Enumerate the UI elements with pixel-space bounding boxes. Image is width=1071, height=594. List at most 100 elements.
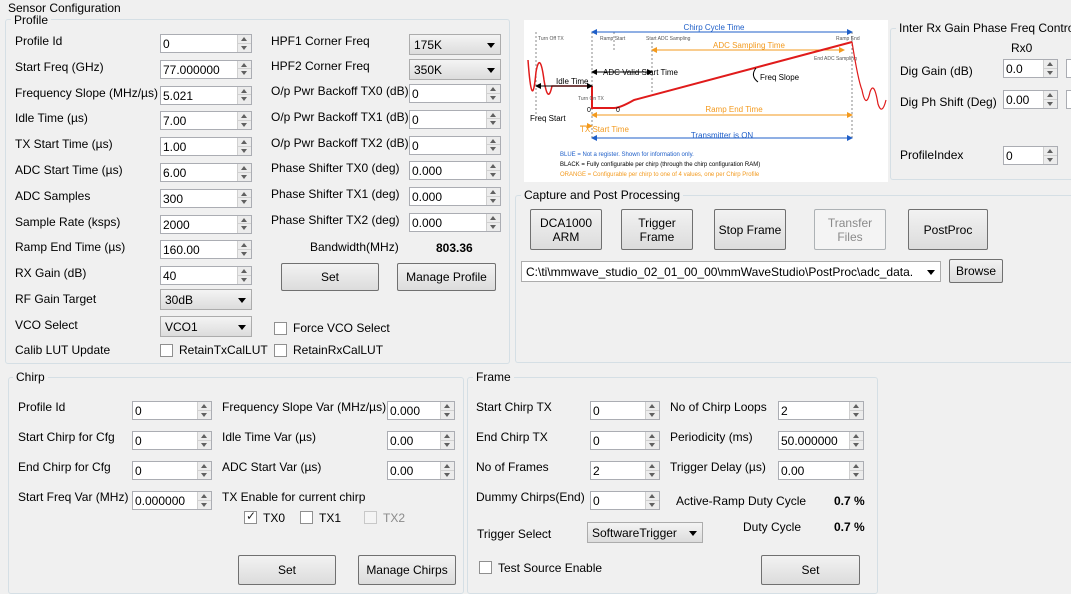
rf-gain-target-select[interactable]: 30dB	[160, 289, 252, 310]
stepper-up-icon[interactable]	[1044, 147, 1057, 156]
profile-tx-field-stepper[interactable]: 0.000	[409, 213, 501, 232]
profile-field-stepper[interactable]: 2000	[160, 214, 252, 234]
chirp-field-stepper[interactable]: 0	[132, 461, 212, 480]
stepper-down-icon[interactable]	[646, 440, 659, 449]
chirp-var-stepper[interactable]: 0.000	[387, 401, 455, 420]
profile-tx-field-stepper[interactable]: 0.000	[409, 161, 501, 181]
profile-field-stepper[interactable]: 5.021	[160, 85, 252, 105]
stepper-down-icon[interactable]	[487, 170, 500, 180]
stepper-up-icon[interactable]	[487, 188, 500, 197]
capture-button[interactable]: Stop Frame	[714, 209, 786, 250]
trigger-select[interactable]: SoftwareTrigger	[587, 522, 703, 543]
hpf2-select[interactable]: 350K	[409, 59, 501, 80]
frame-param-stepper[interactable]: 2	[778, 401, 864, 420]
stepper-up-icon[interactable]	[238, 215, 251, 225]
frame-field-stepper[interactable]: 0	[590, 401, 660, 420]
stepper-down-icon[interactable]	[238, 120, 251, 130]
stepper-down-icon[interactable]	[487, 222, 500, 231]
stepper-down-icon[interactable]	[441, 410, 454, 419]
stepper-down-icon[interactable]	[441, 440, 454, 449]
tx-enable-checkbox[interactable]	[300, 511, 313, 524]
frame-field-stepper[interactable]: 0	[590, 431, 660, 450]
stepper-down-icon[interactable]	[646, 410, 659, 419]
manage-chirps-button[interactable]: Manage Chirps	[358, 555, 456, 585]
tx-enable-checkbox[interactable]: ✓	[244, 509, 257, 524]
manage-profile-button[interactable]: Manage Profile	[397, 263, 496, 291]
stepper-up-icon[interactable]	[238, 189, 251, 199]
stepper-up-icon[interactable]	[441, 402, 454, 411]
stepper-down-icon[interactable]	[1044, 155, 1057, 164]
stepper-down-icon[interactable]	[238, 69, 251, 78]
chirp-var-stepper[interactable]: 0.00	[387, 461, 455, 480]
stepper-down-icon[interactable]	[238, 146, 251, 156]
stepper-down-icon[interactable]	[1044, 68, 1057, 77]
dig-gain-rx1-stepper[interactable]	[1066, 59, 1071, 78]
stepper-down-icon[interactable]	[850, 470, 863, 479]
stepper-up-icon[interactable]	[238, 112, 251, 121]
retain-tx-cal-lut-checkbox[interactable]	[160, 344, 173, 357]
stepper-up-icon[interactable]	[646, 432, 659, 441]
profile-field-stepper[interactable]: 1.00	[160, 137, 252, 157]
dig-phase-stepper[interactable]: 0.00	[1003, 90, 1058, 109]
stepper-up-icon[interactable]	[850, 432, 863, 441]
vco-select[interactable]: VCO1	[160, 316, 252, 337]
stepper-up-icon[interactable]	[487, 136, 500, 146]
stepper-up-icon[interactable]	[487, 162, 500, 171]
frame-field-stepper[interactable]: 2	[590, 461, 660, 480]
stepper-up-icon[interactable]	[487, 110, 500, 120]
stepper-down-icon[interactable]	[198, 470, 211, 479]
chirp-field-stepper[interactable]: 0.000000	[132, 491, 212, 510]
frame-param-stepper[interactable]: 50.000000	[778, 431, 864, 450]
chirp-field-stepper[interactable]: 0	[132, 431, 212, 450]
stepper-up-icon[interactable]	[646, 492, 659, 501]
stepper-down-icon[interactable]	[238, 198, 251, 207]
hpf1-select[interactable]: 175K	[409, 34, 501, 55]
tx-enable-checkbox[interactable]	[364, 511, 377, 524]
stepper-down-icon[interactable]	[238, 95, 251, 104]
stepper-up-icon[interactable]	[238, 138, 251, 147]
profile-field-stepper[interactable]: 7.00	[160, 111, 252, 131]
stepper-up-icon[interactable]	[487, 214, 500, 223]
profile-field-stepper[interactable]: 40	[160, 266, 252, 286]
profile-index-stepper[interactable]: 0	[1003, 146, 1058, 165]
stepper-down-icon[interactable]	[198, 500, 211, 509]
stepper-down-icon[interactable]	[487, 196, 500, 206]
chirp-set-button[interactable]: Set	[238, 555, 336, 585]
dig-phase-rx1-stepper[interactable]	[1066, 90, 1071, 109]
stepper-down-icon[interactable]	[1044, 99, 1057, 108]
profile-field-stepper[interactable]: 300	[160, 188, 252, 208]
stepper-up-icon[interactable]	[850, 402, 863, 411]
stepper-up-icon[interactable]	[441, 432, 454, 441]
profile-tx-field-stepper[interactable]: 0	[409, 135, 501, 155]
stepper-down-icon[interactable]	[441, 470, 454, 479]
chirp-var-stepper[interactable]: 0.00	[387, 431, 455, 450]
force-vco-checkbox[interactable]	[274, 322, 287, 335]
capture-button[interactable]: Transfer Files	[814, 209, 886, 250]
frame-field-stepper[interactable]: 0	[590, 491, 660, 510]
profile-field-stepper[interactable]: 6.00	[160, 163, 252, 182]
browse-button[interactable]: Browse	[949, 259, 1003, 283]
test-source-checkbox[interactable]	[479, 561, 492, 574]
stepper-up-icon[interactable]	[198, 402, 211, 411]
stepper-down-icon[interactable]	[646, 470, 659, 479]
stepper-down-icon[interactable]	[487, 93, 500, 102]
profile-tx-field-stepper[interactable]: 0.000	[409, 187, 501, 207]
stepper-up-icon[interactable]	[238, 164, 251, 173]
stepper-down-icon[interactable]	[646, 500, 659, 509]
stepper-down-icon[interactable]	[850, 410, 863, 419]
frame-set-button[interactable]: Set	[761, 555, 860, 585]
stepper-up-icon[interactable]	[850, 462, 863, 471]
stepper-up-icon[interactable]	[198, 492, 211, 501]
post-proc-path-select[interactable]: C:\ti\mmwave_studio_02_01_00_00\mmWaveSt…	[521, 261, 941, 282]
chirp-field-stepper[interactable]: 0	[132, 401, 212, 420]
stepper-down-icon[interactable]	[238, 172, 251, 181]
frame-param-stepper[interactable]: 0.00	[778, 461, 864, 480]
stepper-up-icon[interactable]	[238, 267, 251, 276]
stepper-up-icon[interactable]	[238, 35, 251, 44]
stepper-up-icon[interactable]	[441, 462, 454, 471]
stepper-down-icon[interactable]	[238, 249, 251, 259]
stepper-down-icon[interactable]	[850, 440, 863, 449]
stepper-down-icon[interactable]	[198, 410, 211, 419]
stepper-down-icon[interactable]	[238, 224, 251, 233]
stepper-up-icon[interactable]	[198, 462, 211, 471]
